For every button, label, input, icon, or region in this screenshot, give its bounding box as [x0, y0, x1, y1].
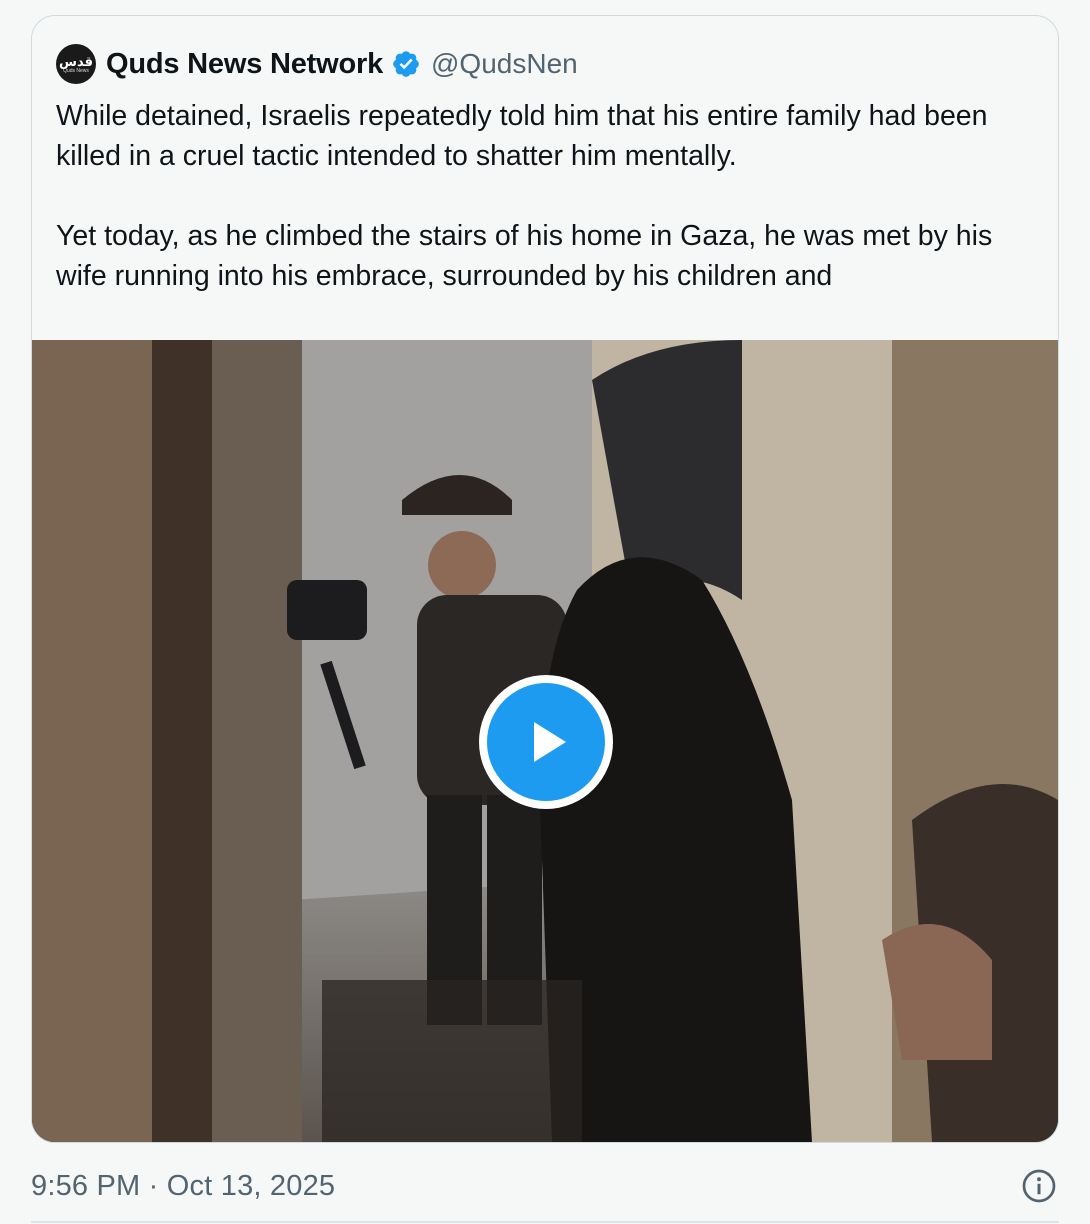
play-button[interactable]: [479, 675, 613, 809]
avatar-logo-text: قدس: [59, 53, 93, 69]
avatar-logo-subtext: Quds News: [63, 67, 89, 74]
video-player[interactable]: [32, 340, 1058, 1142]
play-button-circle: [487, 683, 605, 801]
play-icon: [534, 722, 566, 762]
tweet-card[interactable]: قدس Quds News Quds News Network @QudsNen…: [31, 15, 1059, 1143]
tweet-header: قدس Quds News Quds News Network @QudsNen: [56, 42, 578, 86]
divider: [31, 1221, 1059, 1223]
author-name[interactable]: Quds News Network: [106, 48, 383, 81]
tweet-text: While detained, Israelis repeatedly told…: [56, 100, 993, 292]
author-handle[interactable]: @QudsNen: [431, 48, 578, 80]
info-icon[interactable]: [1021, 1168, 1057, 1204]
tweet-footer: 9:56 PM · Oct 13, 2025: [31, 1162, 1059, 1210]
avatar[interactable]: قدس Quds News: [56, 44, 96, 84]
tweet-timestamp[interactable]: 9:56 PM · Oct 13, 2025: [31, 1170, 335, 1203]
verified-badge-icon: [393, 51, 419, 77]
